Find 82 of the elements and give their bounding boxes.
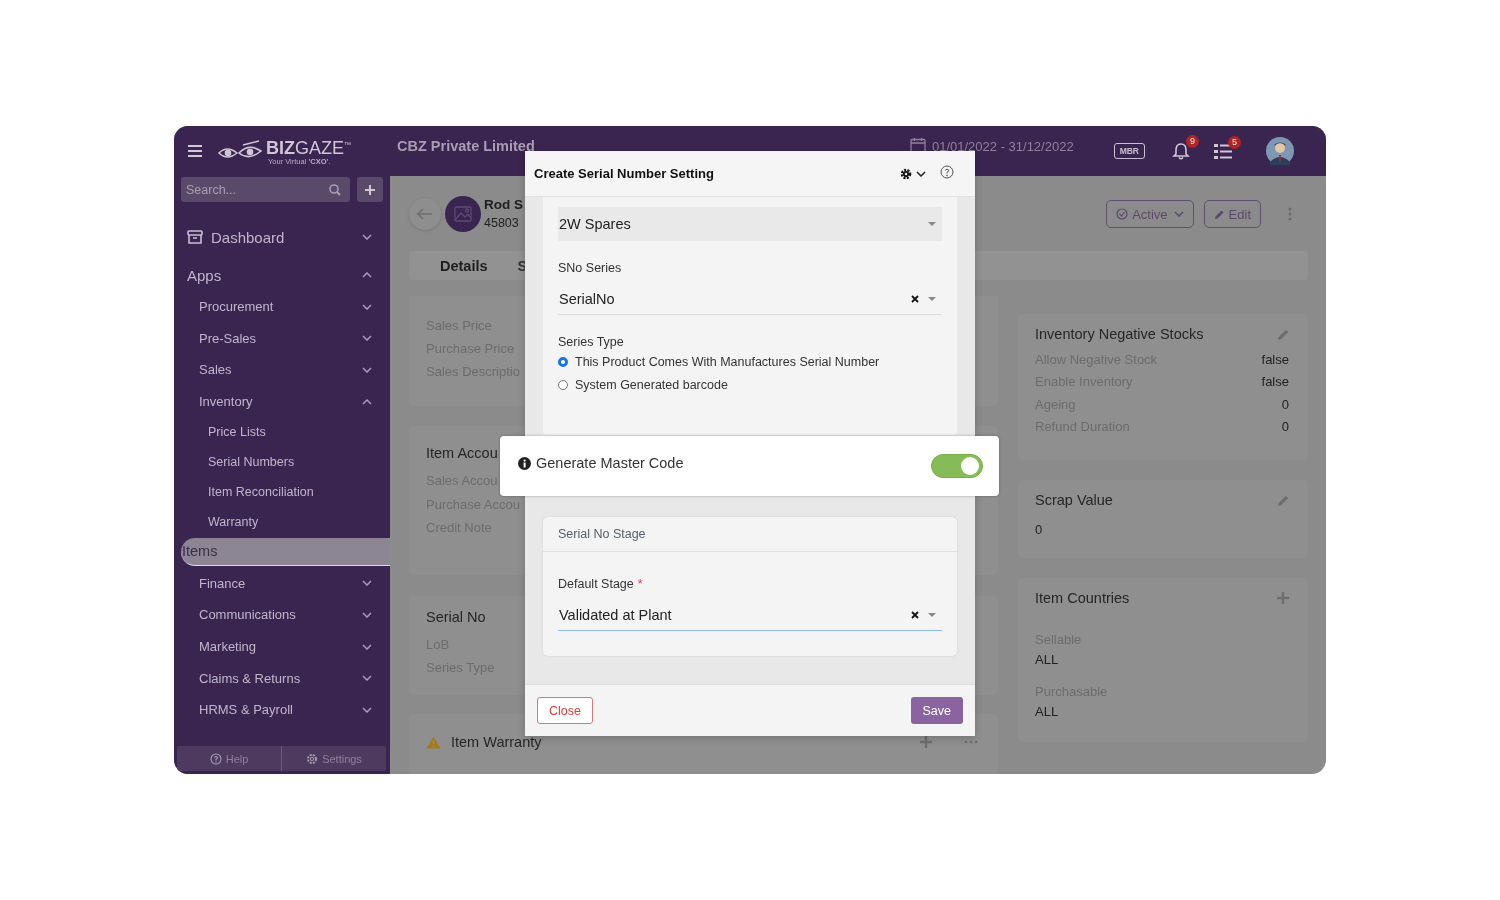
field-value: false — [1261, 374, 1289, 390]
help-icon[interactable] — [940, 165, 954, 179]
field-value: ALL — [1035, 704, 1060, 721]
card-title: Scrap Value — [1035, 492, 1113, 508]
menu-item[interactable]: Item Reconciliation — [181, 476, 390, 507]
radio-button[interactable] — [558, 356, 568, 367]
user-avatar[interactable] — [1266, 137, 1294, 165]
settings-menu-button[interactable] — [900, 167, 926, 180]
search-field[interactable]: Search... — [181, 177, 350, 202]
menu-item[interactable]: Pre-Sales — [181, 322, 390, 355]
record-code: 45803 — [484, 215, 520, 232]
date-range[interactable]: 01/01/2022 - 31/12/2022 — [931, 138, 1074, 154]
card-title: Inventory Negative Stocks — [1035, 326, 1204, 342]
plus-icon — [365, 184, 375, 195]
help-icon — [209, 752, 222, 765]
dropdown-caret-icon — [928, 222, 936, 226]
dropdown-caret-icon — [928, 297, 936, 301]
clear-icon[interactable] — [911, 295, 919, 303]
card-title: Item Countries — [1035, 590, 1130, 606]
bell-icon[interactable] — [1172, 142, 1190, 160]
tab[interactable]: Details — [440, 257, 488, 274]
field-value: 0 — [1281, 419, 1289, 435]
menu-item[interactable]: Warranty — [181, 506, 390, 537]
calendar-icon — [909, 137, 926, 153]
back-arrow-icon — [417, 208, 433, 220]
toggle-switch[interactable] — [931, 454, 983, 478]
menu-item[interactable]: Price Lists — [181, 417, 390, 448]
menu-item[interactable]: Finance — [181, 567, 390, 600]
save-button[interactable]: Save — [910, 697, 963, 724]
close-button[interactable]: Close — [537, 697, 593, 724]
menu-item[interactable]: Serial Numbers — [181, 447, 390, 477]
add-button[interactable] — [357, 177, 383, 202]
task-count: 5 — [1228, 136, 1241, 149]
required-mark: * — [637, 577, 643, 591]
company-name: CBZ Private Limited — [397, 138, 535, 154]
item-image-placeholder — [445, 196, 481, 232]
clear-icon[interactable] — [911, 611, 919, 619]
dialog-title: Create Serial Number Setting — [534, 166, 714, 181]
chevron-down-icon — [916, 170, 926, 177]
pencil-icon — [1213, 208, 1225, 220]
mbr-badge[interactable]: MBR — [1113, 143, 1145, 159]
menu-item[interactable]: Dashboard — [181, 222, 390, 252]
dropdown-caret-icon — [928, 613, 936, 617]
menu-item[interactable]: Marketing — [181, 630, 390, 663]
select-field[interactable]: SerialNo — [558, 284, 942, 315]
section-title: Serial No Stage — [543, 517, 957, 552]
card-title: Item Accou — [426, 445, 498, 461]
menu-item[interactable]: Inventory — [181, 385, 390, 418]
settings-icon — [306, 752, 319, 765]
record-name: Rod S — [484, 196, 523, 214]
field-value: 0 — [1035, 522, 1044, 537]
radio-option[interactable]: This Product Comes With Manufactures Serial Number — [558, 350, 942, 373]
card-title: Item Warranty — [451, 734, 542, 750]
field-label: SNo Series — [558, 261, 623, 275]
settings-icon — [900, 167, 912, 180]
field-label: Series Type — [558, 335, 625, 349]
menu-icon[interactable] — [188, 145, 202, 157]
field-value: 0 — [1281, 396, 1289, 412]
warning-icon — [426, 735, 441, 749]
field-value: false — [1261, 351, 1289, 367]
radio-option[interactable]: System Generated barcode — [558, 373, 942, 396]
menu-item[interactable]: Communications — [181, 599, 390, 631]
info-icon — [518, 457, 531, 470]
field-value: ALL — [1035, 652, 1060, 669]
chevron-down-icon — [1173, 211, 1184, 217]
card-title: Serial No — [426, 609, 486, 625]
radio-button[interactable] — [558, 379, 568, 390]
field-label: Default Stage * — [558, 577, 644, 591]
dashboard-icon — [187, 230, 203, 244]
logo-wordmark: BIZGAZE$^{™}$ — [266, 137, 351, 157]
toggle-label: Generate Master Code — [536, 455, 684, 471]
search-icon — [329, 184, 341, 196]
menu-item[interactable]: Apps — [181, 260, 390, 290]
menu-item[interactable]: Claims & Returns — [181, 662, 390, 694]
check-circle-icon — [1116, 208, 1129, 220]
notification-count: 9 — [1186, 135, 1199, 148]
menu-item[interactable]: Items — [181, 537, 390, 566]
select-field[interactable]: Validated at Plant — [558, 600, 942, 631]
task-list-icon[interactable] — [1214, 143, 1232, 159]
menu-item[interactable]: HRMS & Payroll — [181, 693, 390, 726]
menu-item[interactable]: Procurement — [181, 291, 390, 323]
menu-item[interactable]: Sales — [181, 354, 390, 386]
